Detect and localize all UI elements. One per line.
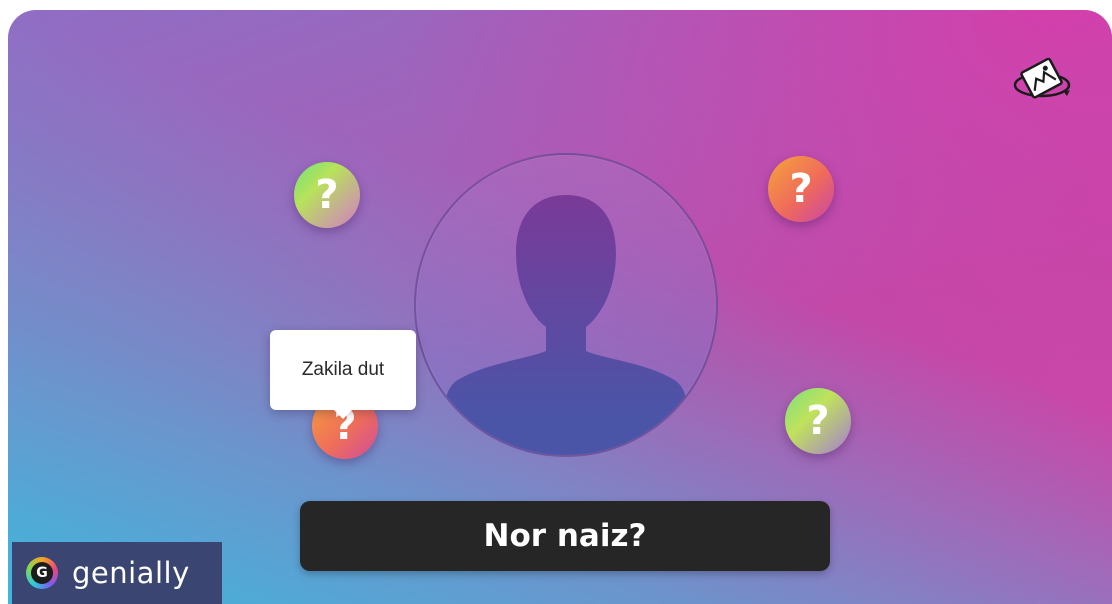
360-view-icon[interactable] [1012,52,1072,106]
question-mark-icon: ? [806,398,830,444]
genially-logo-icon: G [26,557,58,589]
hint-tooltip: Zakila dut [270,330,416,419]
question-bubble-top-right[interactable]: ? [768,156,834,222]
name-question-button[interactable]: Nor naiz? [300,501,830,571]
question-mark-icon: ? [315,172,339,218]
question-mark-icon: ? [789,166,813,212]
brand-name: genially [72,556,190,590]
portrait-circle [414,153,718,457]
question-bubble-top-left[interactable]: ? [294,162,360,228]
person-silhouette-icon [444,195,688,455]
genially-brand-badge[interactable]: G genially [12,542,222,604]
question-bubble-bottom-right[interactable]: ? [785,388,851,454]
slide-canvas: ? ? ? ? Zakila dut Nor naiz? G genially [8,10,1112,604]
genially-logo-letter: G [31,562,53,584]
